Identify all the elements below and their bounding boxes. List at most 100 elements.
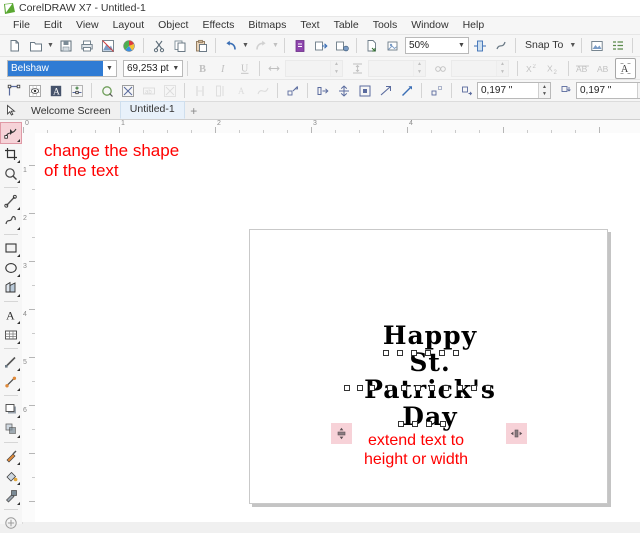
uppercase-button[interactable]: AB — [573, 58, 594, 79]
text-tool[interactable]: A — [1, 305, 21, 325]
redo-button[interactable] — [250, 35, 271, 56]
object-manager-button[interactable] — [607, 35, 628, 56]
character-panel-button[interactable]: A — [615, 57, 636, 79]
font-size-combo[interactable]: 69,253 pt ▼ — [123, 59, 183, 77]
transparency-tool[interactable] — [1, 419, 21, 439]
close-curve-button[interactable] — [354, 80, 375, 101]
horizontal-ruler[interactable]: 0 1 2 3 4 — [22, 120, 640, 134]
select-all-nodes-button[interactable] — [3, 80, 24, 101]
drawing-canvas[interactable]: change the shape of the text Happy St. P… — [35, 133, 640, 522]
character-spacing-stepper[interactable]: ▲ ▼ — [330, 60, 342, 76]
corel-connect-button[interactable] — [382, 35, 403, 56]
shape-tool[interactable] — [0, 122, 22, 144]
flyout-arrow-icon[interactable] — [17, 227, 20, 230]
menu-file[interactable]: File — [6, 17, 37, 34]
flyout-arrow-icon[interactable] — [17, 435, 20, 438]
flyout-arrow-icon[interactable] — [17, 294, 20, 297]
character-spacing-field[interactable]: ▲ ▼ — [285, 59, 343, 77]
reverse-direction-button[interactable] — [312, 80, 333, 101]
zoom-level-combo[interactable]: 50% ▼ — [405, 37, 469, 54]
text-node-handle[interactable] — [357, 385, 363, 391]
font-name-combo[interactable]: Belshaw ▼ — [7, 59, 117, 77]
flyout-arrow-icon[interactable] — [17, 274, 20, 277]
text-node-handle[interactable] — [429, 385, 435, 391]
undo-history-chevron-down-icon[interactable]: ▼ — [241, 36, 250, 55]
chevron-down-icon[interactable]: ▼ — [455, 38, 468, 53]
add-tab-button[interactable]: + — [185, 103, 203, 119]
make-node-smooth-button[interactable] — [252, 80, 273, 101]
text-node-handle[interactable] — [344, 385, 350, 391]
flyout-arrow-icon[interactable] — [17, 368, 20, 371]
tab-untitled-1[interactable]: Untitled-1 — [119, 101, 185, 119]
convert-to-curves-button[interactable]: A — [45, 80, 66, 101]
text-node-handle[interactable] — [411, 350, 417, 356]
add-node-button[interactable] — [66, 80, 87, 101]
flyout-arrow-icon[interactable] — [17, 160, 20, 163]
menu-bitmaps[interactable]: Bitmaps — [241, 17, 293, 34]
save-document-button[interactable] — [55, 35, 76, 56]
horizontal-nudge-stepper[interactable]: ▲ ▼ — [538, 83, 550, 98]
font-name-chevron-down-icon[interactable]: ▼ — [103, 61, 116, 76]
export-button[interactable] — [310, 35, 331, 56]
vertical-ruler[interactable]: 1 2 3 4 5 6 — [22, 133, 36, 522]
open-document-button[interactable] — [25, 35, 46, 56]
menu-layout[interactable]: Layout — [106, 17, 152, 34]
small-caps-button[interactable]: AB — [594, 58, 615, 79]
publish-pdf-button[interactable] — [97, 35, 118, 56]
flyout-arrow-icon[interactable] — [17, 502, 20, 505]
table-tool[interactable] — [1, 325, 21, 345]
text-node-handle[interactable] — [415, 385, 421, 391]
menu-table[interactable]: Table — [327, 17, 366, 34]
text-node-handle[interactable] — [471, 385, 477, 391]
text-node-handle[interactable] — [398, 421, 404, 427]
parallel-dimension-tool[interactable] — [1, 352, 21, 372]
polygon-tool[interactable] — [1, 278, 21, 298]
text-node-handle[interactable] — [401, 385, 407, 391]
text-node-handle[interactable] — [440, 421, 446, 427]
drop-shadow-tool[interactable] — [1, 399, 21, 419]
horizontal-nudge-field[interactable]: 0,197 " ▲ ▼ — [477, 82, 551, 99]
ellipse-tool[interactable] — [1, 258, 21, 278]
line-spacing-stepper[interactable]: ▲ ▼ — [413, 60, 425, 76]
straight-line-connector-tool[interactable] — [1, 372, 21, 392]
import-button[interactable] — [289, 35, 310, 56]
font-size-chevron-down-icon[interactable]: ▼ — [170, 61, 182, 76]
export-to-button[interactable] — [331, 35, 352, 56]
join-nodes-button[interactable]: ab — [138, 80, 159, 101]
cut-button[interactable] — [148, 35, 169, 56]
superscript-button[interactable]: X 2 — [522, 58, 543, 79]
make-node-cusp-button[interactable]: A — [231, 80, 252, 101]
line-to-curve-button[interactable] — [189, 80, 210, 101]
color-eyedropper-tool[interactable] — [1, 446, 21, 466]
print-button[interactable] — [76, 35, 97, 56]
flyout-arrow-icon[interactable] — [17, 321, 20, 324]
reduce-nodes-button[interactable] — [96, 80, 117, 101]
make-node-symmetric-button[interactable] — [282, 80, 303, 101]
rotate-nodes-button[interactable] — [396, 80, 417, 101]
freehand-tool[interactable] — [1, 191, 21, 211]
open-recent-chevron-down-icon[interactable]: ▼ — [46, 36, 55, 55]
snap-to-button[interactable]: Snap To ▼ — [520, 36, 577, 55]
text-node-handle[interactable] — [412, 421, 418, 427]
word-spacing-stepper[interactable]: ▲ ▼ — [496, 60, 508, 76]
menu-view[interactable]: View — [69, 17, 106, 34]
menu-window[interactable]: Window — [404, 17, 455, 34]
menu-text[interactable]: Text — [293, 17, 326, 34]
text-node-handle[interactable] — [439, 350, 445, 356]
flyout-arrow-icon[interactable] — [17, 139, 20, 142]
zoom-tool[interactable] — [1, 164, 21, 184]
vertical-nudge-field[interactable]: 0,197 " ▲▼ — [576, 82, 640, 99]
bold-button[interactable]: B — [192, 58, 213, 79]
tab-welcome-screen[interactable]: Welcome Screen — [22, 103, 120, 119]
text-node-handle[interactable] — [369, 385, 375, 391]
text-node-handle[interactable] — [383, 350, 389, 356]
text-node-handle[interactable] — [485, 385, 491, 391]
copy-button[interactable] — [169, 35, 190, 56]
preview-nodes-button[interactable] — [24, 80, 45, 101]
menu-effects[interactable]: Effects — [195, 17, 241, 34]
flyout-arrow-icon[interactable] — [17, 207, 20, 210]
underline-button[interactable]: U — [234, 58, 255, 79]
artistic-text-object[interactable]: Happy St. Patrick's Day — [340, 322, 520, 430]
options-button[interactable] — [490, 35, 511, 56]
text-node-handle[interactable] — [453, 350, 459, 356]
